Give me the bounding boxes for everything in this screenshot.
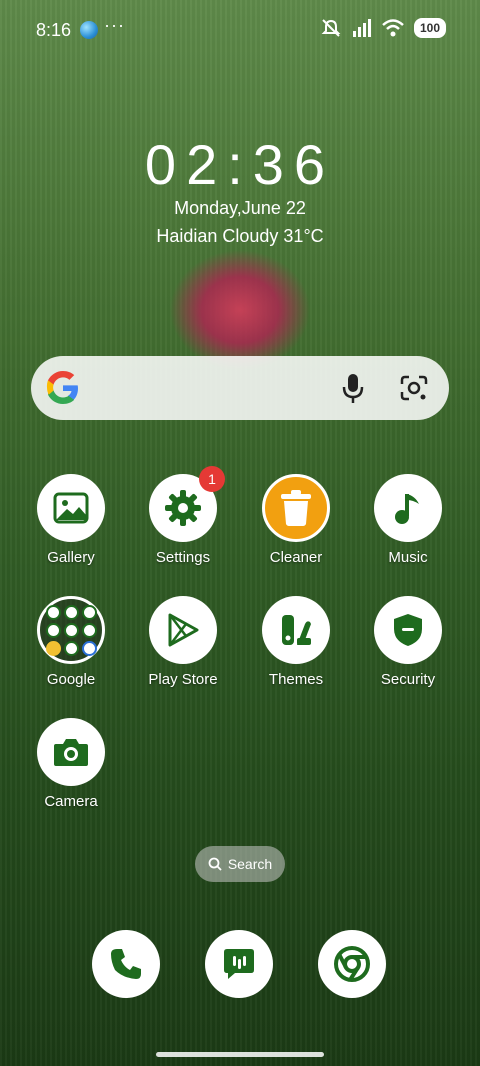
messages-icon[interactable] [205,930,273,998]
play-store-icon[interactable] [149,596,217,664]
app-camera[interactable]: Camera [21,718,121,810]
battery-indicator: 100 [413,18,446,38]
home-search-label: Search [227,856,273,872]
search-icon [208,857,222,871]
app-label: Music [388,549,428,566]
app-settings[interactable]: 1 Settings [133,466,233,566]
clock-time[interactable]: 02:36 [0,132,480,197]
home-search-button[interactable]: Search [195,846,285,882]
status-time: 8:16 [36,20,72,40]
mute-vibrate-icon [321,19,341,37]
chrome-icon[interactable] [318,930,386,998]
navigation-handle[interactable] [156,1052,324,1057]
wifi-icon [382,19,404,37]
themes-icon[interactable] [262,596,330,664]
app-label: Cleaner [269,549,323,566]
phone-icon[interactable] [92,930,160,998]
app-label: Camera [44,793,98,810]
google-g-icon [46,371,78,404]
app-label: Play Store [148,671,218,688]
app-label: Settings [155,549,211,566]
settings-icon[interactable]: 1 [149,466,225,542]
music-icon[interactable] [374,474,442,542]
app-label: Security [380,671,436,688]
app-play-store[interactable]: Play Store [133,596,233,688]
app-cleaner[interactable]: Cleaner [246,474,346,566]
google-folder-icon[interactable] [37,596,105,664]
app-gallery[interactable]: Gallery [21,474,121,566]
signal-icon [352,19,371,37]
camera-icon[interactable] [37,718,105,786]
status-icons: 100 [320,18,446,38]
app-label: Themes [268,671,324,688]
notification-globe-icon [80,21,98,39]
weather-text[interactable]: Haidian Cloudy 31°C [0,226,480,247]
app-label: Gallery [47,549,95,566]
clock-date: Monday,June 22 [174,198,306,218]
voice-search-icon[interactable] [339,372,367,404]
app-google-folder[interactable]: Google [21,596,121,688]
app-music[interactable]: Music [358,474,458,566]
app-themes[interactable]: Themes [246,596,346,688]
more-notifications-icon: ··· [104,15,125,35]
gallery-icon[interactable] [37,474,105,542]
google-search-bar[interactable] [31,356,449,420]
app-label: Google [46,671,96,688]
security-icon[interactable] [374,596,442,664]
google-lens-icon[interactable] [399,374,429,402]
notification-badge: 1 [199,466,225,492]
trash-icon[interactable] [262,474,330,542]
app-security[interactable]: Security [358,596,458,688]
